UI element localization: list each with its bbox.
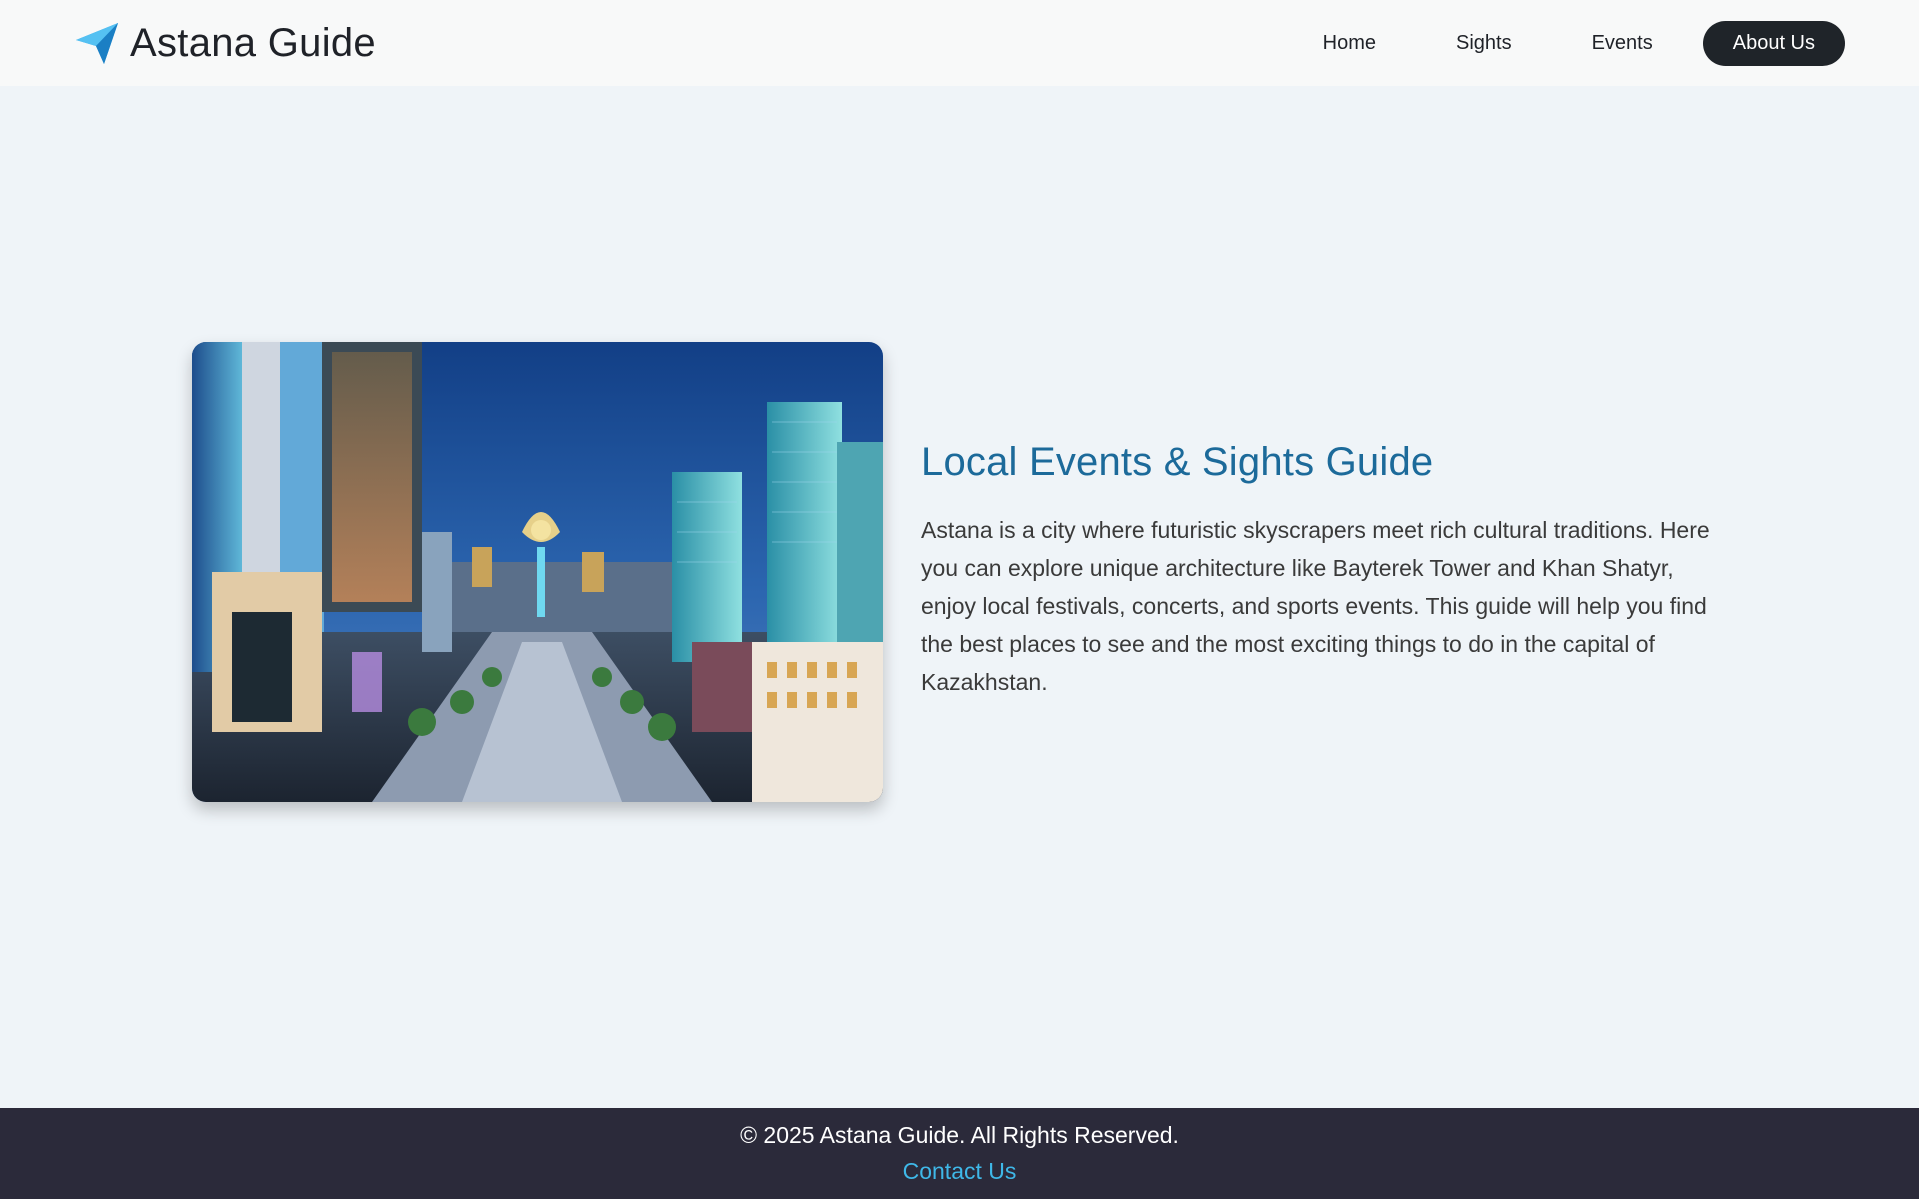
- nav-about-us[interactable]: About Us: [1702, 20, 1845, 66]
- hero-section: Local Events & Sights Guide Astana is a …: [192, 342, 1732, 802]
- site-footer: © 2025 Astana Guide. All Rights Reserved…: [0, 1108, 1919, 1199]
- copyright-text: © 2025 Astana Guide. All Rights Reserved…: [740, 1122, 1179, 1148]
- brand-name: Astana Guide: [130, 20, 376, 65]
- hero-copy: Local Events & Sights Guide Astana is a …: [921, 342, 1732, 701]
- paper-plane-icon: [74, 20, 120, 66]
- hero-title: Local Events & Sights Guide: [921, 440, 1434, 484]
- nav-sights[interactable]: Sights: [1416, 21, 1552, 66]
- nav-home[interactable]: Home: [1283, 21, 1416, 66]
- city-skyline-photo: [192, 342, 883, 802]
- site-header: Astana Guide Home Sights Events About Us: [0, 0, 1919, 86]
- main-nav: Home Sights Events About Us: [1283, 20, 1845, 66]
- nav-events[interactable]: Events: [1552, 21, 1693, 66]
- contact-us-link[interactable]: Contact Us: [903, 1154, 1017, 1188]
- hero-description: Astana is a city where futuristic skyscr…: [921, 517, 1710, 695]
- brand[interactable]: Astana Guide: [74, 20, 376, 66]
